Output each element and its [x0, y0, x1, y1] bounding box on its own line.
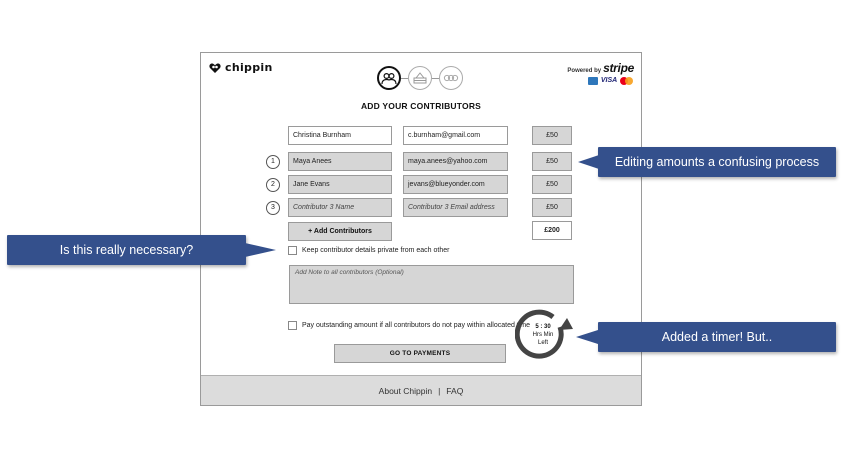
- footer-separator: |: [438, 385, 441, 396]
- total-amount: £200: [532, 221, 572, 240]
- contributor-number-badge: 2: [266, 178, 280, 192]
- about-link[interactable]: About Chippin: [379, 386, 432, 396]
- pay-outstanding-option[interactable]: Pay outstanding amount if all contributo…: [288, 321, 530, 330]
- powered-by-label: Powered by: [567, 68, 602, 74]
- callout-editing: Editing amounts a confusing process: [598, 147, 836, 177]
- progress-steps: [377, 66, 463, 90]
- contributor-number-badge: 1: [266, 155, 280, 169]
- faq-link[interactable]: FAQ: [446, 386, 463, 396]
- go-to-payments-button[interactable]: GO TO PAYMENTS: [334, 344, 506, 363]
- contributor-email-field[interactable]: Contributor 3 Email address: [403, 198, 508, 217]
- private-details-checkbox[interactable]: [288, 246, 297, 255]
- contributor-amount-field[interactable]: £50: [532, 152, 572, 171]
- callout-necessary: Is this really necessary?: [7, 235, 246, 265]
- footer: About Chippin | FAQ: [201, 375, 641, 405]
- organizer-email-field[interactable]: c.burnham@gmail.com: [403, 126, 508, 145]
- contributor-name-field[interactable]: Maya Anees: [288, 152, 392, 171]
- step-connector: [432, 77, 439, 79]
- amex-card-icon: [588, 77, 598, 85]
- contributors-step-icon: [377, 66, 401, 90]
- stripe-badge: Powered by stripe VISA: [566, 61, 634, 85]
- contributor-name-field[interactable]: Contributor 3 Name: [288, 198, 392, 217]
- mastercard-icon: [620, 77, 634, 85]
- contributor-name-field[interactable]: Jane Evans: [288, 175, 392, 194]
- pay-outstanding-label: Pay outstanding amount if all contributo…: [302, 322, 531, 329]
- callout-pointer: [578, 155, 599, 169]
- private-details-label: Keep contributor details private from ea…: [302, 247, 450, 254]
- organizer-amount-field[interactable]: £50: [532, 126, 572, 145]
- callout-pointer: [245, 243, 276, 257]
- heart-coin-icon: [209, 62, 221, 73]
- confirmation-step-icon: [439, 66, 463, 90]
- brand-name: chippin: [225, 61, 273, 74]
- page-title: ADD YOUR CONTRIBUTORS: [360, 101, 482, 111]
- contributor-email-field[interactable]: maya.anees@yahoo.com: [403, 152, 508, 171]
- contributor-number-badge: 3: [266, 201, 280, 215]
- step-connector: [401, 77, 408, 79]
- contributor-amount-field[interactable]: £50: [532, 198, 572, 217]
- private-details-option[interactable]: Keep contributor details private from ea…: [288, 246, 449, 255]
- contributor-email-field[interactable]: jevans@blueyonder.com: [403, 175, 508, 194]
- stripe-logo: stripe: [603, 61, 634, 75]
- timer-units: Hrs Min: [532, 332, 554, 338]
- add-contributors-button[interactable]: + Add Contributors: [288, 222, 392, 241]
- pay-outstanding-checkbox[interactable]: [288, 321, 297, 330]
- callout-timer: Added a timer! But..: [598, 322, 836, 352]
- callout-pointer: [576, 330, 598, 344]
- countdown-timer: 5 : 30 Hrs Min Left: [527, 323, 559, 347]
- payment-step-icon: [408, 66, 432, 90]
- note-textarea[interactable]: Add Note to all contributors (Optional): [289, 265, 574, 304]
- contributor-amount-field[interactable]: £50: [532, 175, 572, 194]
- chippin-logo[interactable]: chippin: [209, 61, 273, 74]
- timer-value: 5 : 30: [535, 324, 551, 330]
- organizer-name-field[interactable]: Christina Burnham: [288, 126, 392, 145]
- visa-card-icon: VISA: [600, 77, 618, 84]
- timer-left-label: Left: [537, 340, 548, 346]
